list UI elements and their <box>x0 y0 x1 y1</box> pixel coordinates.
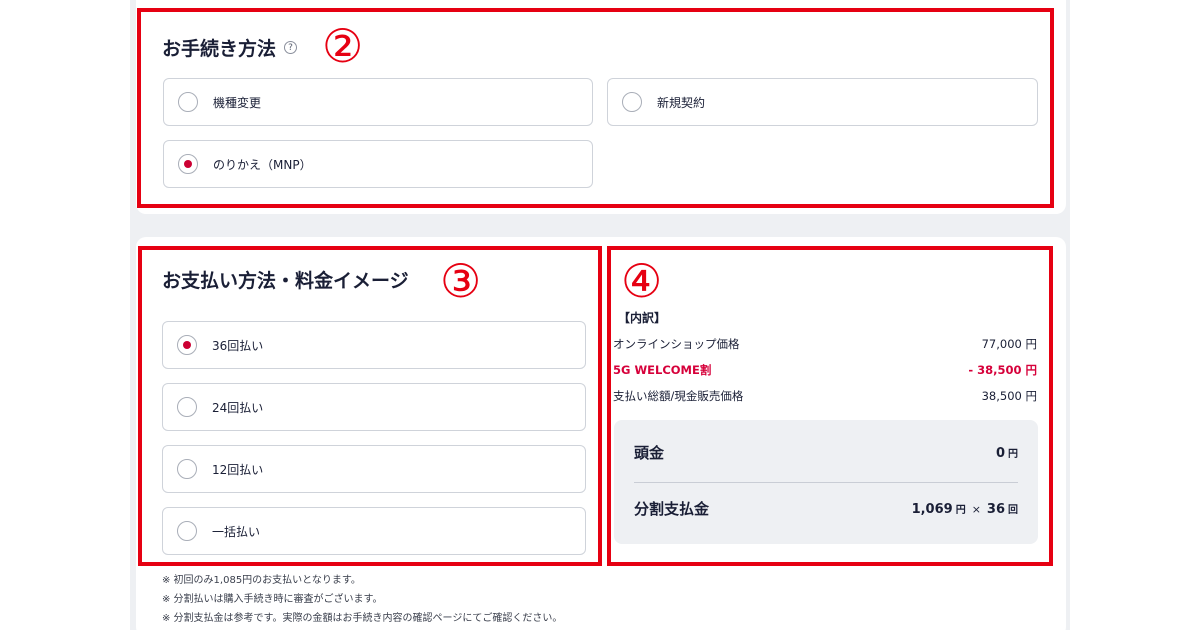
payment-option-36[interactable]: 36回払い <box>162 321 586 369</box>
times-symbol: × <box>971 502 981 516</box>
breakdown-label: オンラインショップ価格 <box>613 337 740 351</box>
procedure-option-new-contract[interactable]: 新規契約 <box>607 78 1038 126</box>
installment-count: 36 <box>986 501 1005 517</box>
down-payment-amount: 0 <box>995 445 1005 461</box>
installment-label: 分割支払金 <box>634 500 710 518</box>
currency-unit: 円 <box>955 504 966 516</box>
radio-checked-icon[interactable] <box>178 154 198 174</box>
count-unit: 回 <box>1008 504 1018 516</box>
radio-icon[interactable] <box>622 92 642 112</box>
option-label: 機種変更 <box>213 95 262 110</box>
payment-option-12[interactable]: 12回払い <box>162 445 586 493</box>
marker-3: ③ <box>440 254 482 308</box>
summary-divider <box>634 482 1018 483</box>
procedure-option-mnp[interactable]: のりかえ（MNP） <box>163 140 593 188</box>
breakdown-label: 5G WELCOME割 <box>613 363 712 377</box>
breakdown-title: 【内訳】 <box>618 311 667 325</box>
payment-title-text: お支払い方法・料金イメージ <box>162 270 409 292</box>
note-credit-check: ※ 分割払いは購入手続き時に審査がございます。 <box>162 594 383 605</box>
breakdown-row-total: 支払い総額/現金販売価格 38,500 円 <box>613 388 1037 404</box>
payment-summary: 頭金 0円 分割支払金 1,069 円 × 36 回 <box>614 420 1038 544</box>
installment-amount: 1,069 <box>911 501 953 517</box>
installment-row: 分割支払金 1,069 円 × 36 回 <box>634 498 1018 519</box>
option-label: 24回払い <box>212 400 264 415</box>
payment-option-lump-sum[interactable]: 一括払い <box>162 507 586 555</box>
breakdown-label: 支払い総額/現金販売価格 <box>613 389 744 403</box>
down-payment-row: 頭金 0円 <box>634 442 1018 463</box>
down-payment-value: 0円 <box>996 445 1018 461</box>
marker-4: ④ <box>621 254 663 308</box>
breakdown-value: - 38,500 円 <box>968 363 1037 377</box>
option-label: 12回払い <box>212 462 264 477</box>
note-reference: ※ 分割支払金は参考です。実際の金額はお手続き内容の確認ページにてご確認ください… <box>162 613 563 624</box>
payment-option-24[interactable]: 24回払い <box>162 383 586 431</box>
option-label: 一括払い <box>212 524 261 539</box>
radio-icon[interactable] <box>178 92 198 112</box>
breakdown-value: 77,000 円 <box>981 337 1037 351</box>
currency-unit: 円 <box>1008 448 1018 460</box>
option-label: 36回払い <box>212 338 264 353</box>
procedure-title: お手続き方法 ? <box>162 34 298 61</box>
procedure-option-model-change[interactable]: 機種変更 <box>163 78 593 126</box>
installment-value: 1,069 円 × 36 回 <box>912 501 1018 517</box>
breakdown-row-online-price: オンラインショップ価格 77,000 円 <box>613 336 1037 352</box>
procedure-title-text: お手続き方法 <box>162 38 277 60</box>
radio-checked-icon[interactable] <box>177 335 197 355</box>
option-label: のりかえ（MNP） <box>213 157 312 172</box>
breakdown-row-discount: 5G WELCOME割 - 38,500 円 <box>613 362 1037 378</box>
breakdown-value: 38,500 円 <box>981 389 1037 403</box>
radio-icon[interactable] <box>177 459 197 479</box>
help-icon[interactable]: ? <box>284 41 298 54</box>
option-label: 新規契約 <box>657 95 706 110</box>
down-payment-label: 頭金 <box>634 444 665 462</box>
radio-icon[interactable] <box>177 521 197 541</box>
radio-icon[interactable] <box>177 397 197 417</box>
payment-title: お支払い方法・料金イメージ <box>162 266 409 293</box>
marker-2: ② <box>322 19 364 73</box>
note-first-payment: ※ 初回のみ1,085円のお支払いとなります。 <box>162 575 361 586</box>
